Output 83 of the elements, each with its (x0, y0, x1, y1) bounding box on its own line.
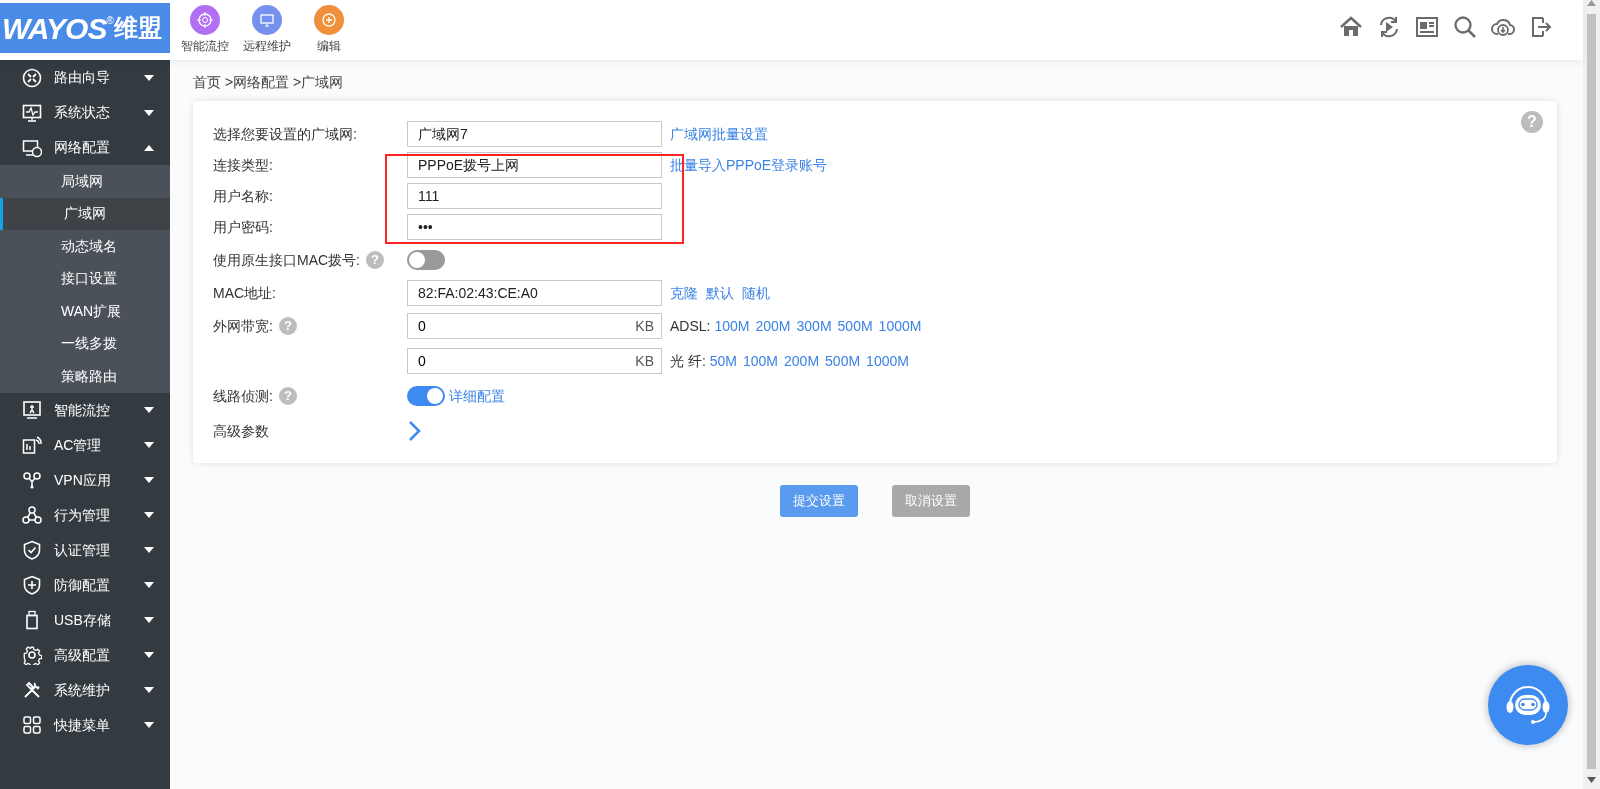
shield-plus-icon (22, 575, 42, 595)
monitor-icon (259, 12, 275, 28)
grid-icon (22, 715, 42, 735)
field-label: 使用原生接口MAC拨号: (213, 250, 360, 270)
preset-label: 光 纤: (670, 351, 706, 371)
shortcut-button[interactable]: 远程维护 (236, 0, 298, 60)
sidebar-item[interactable]: 认证管理 (0, 532, 170, 568)
field-label: 高级参数 (213, 421, 269, 441)
sidebar-item[interactable]: 网络配置 (0, 130, 170, 165)
sidebar-subitem[interactable]: 动态域名 (0, 230, 170, 263)
select-field[interactable]: PPPoE拨号上网 (407, 152, 662, 178)
monitor-pulse-icon (22, 102, 42, 123)
input-field[interactable]: 111 (407, 183, 662, 209)
compass-icon (22, 67, 42, 88)
link[interactable]: 默认 (706, 282, 734, 304)
scrollbar[interactable] (1583, 0, 1600, 789)
link[interactable]: 200M (755, 315, 791, 337)
toggle-switch[interactable] (407, 250, 445, 270)
monitor-globe-icon (22, 137, 42, 158)
link[interactable]: 500M (825, 350, 861, 372)
gear-icon (22, 645, 42, 665)
logo: WAYOS®维盟 (0, 3, 170, 53)
scroll-down-arrow-icon[interactable] (1587, 777, 1596, 783)
link[interactable]: 300M (796, 315, 832, 337)
field-label: 外网带宽: (213, 316, 273, 336)
sidebar-subitem[interactable]: 广域网 (0, 197, 170, 230)
network-nodes-icon (22, 505, 42, 525)
sidebar-item[interactable]: 智能流控 (0, 392, 170, 428)
link[interactable]: 50M (709, 350, 737, 372)
link[interactable]: 1000M (866, 350, 909, 372)
shortcut-button[interactable]: 编辑 (298, 0, 360, 60)
link[interactable]: 克隆 (670, 282, 698, 304)
link[interactable]: 500M (837, 315, 873, 337)
sidebar-item[interactable]: 路由向导 (0, 60, 170, 95)
sidebar-subitem[interactable]: 局域网 (0, 165, 170, 198)
link[interactable]: 随机 (742, 282, 770, 304)
preset-label: ADSL: (670, 316, 711, 336)
sidebar-subitem[interactable]: 一线多拨 (0, 327, 170, 360)
input-field[interactable]: ••• (407, 214, 662, 240)
home-icon[interactable] (1339, 15, 1363, 39)
target-icon (197, 12, 213, 28)
link[interactable]: 详细配置 (449, 385, 505, 407)
news-icon[interactable] (1415, 15, 1439, 39)
link[interactable]: 广域网批量设置 (670, 123, 768, 145)
add-icon (321, 12, 337, 28)
unit-label: KB (635, 317, 654, 336)
sidebar-subitem[interactable]: WAN扩展 (0, 295, 170, 328)
sidebar-item[interactable]: 行为管理 (0, 497, 170, 533)
link[interactable]: 1000M (878, 315, 922, 337)
tools-icon (22, 680, 42, 700)
sidebar-item[interactable]: VPN应用 (0, 462, 170, 498)
unit-label: KB (635, 352, 654, 371)
sidebar-item[interactable]: 高级配置 (0, 637, 170, 673)
sidebar-item[interactable]: 系统状态 (0, 95, 170, 130)
field-label: 连接类型: (213, 155, 273, 175)
sidebar-item[interactable]: 快捷菜单 (0, 707, 170, 743)
shield-check-icon (22, 540, 42, 560)
field-label: 用户密码: (213, 217, 273, 237)
field-label: 线路侦测: (213, 386, 273, 406)
shortcut-button[interactable]: 智能流控 (174, 0, 236, 60)
sidebar-item[interactable]: USB存储 (0, 602, 170, 638)
sidebar-item[interactable]: 防御配置 (0, 567, 170, 603)
refresh-play-icon[interactable] (1377, 15, 1401, 39)
logout-icon[interactable] (1529, 15, 1553, 39)
input-field[interactable]: 82:FA:02:43:CE:A0 (407, 280, 662, 306)
field-label: 用户名称: (213, 186, 273, 206)
link[interactable]: 200M (784, 350, 820, 372)
chevron-right-icon[interactable] (407, 420, 421, 442)
sidebar-item[interactable]: AC管理 (0, 427, 170, 463)
breadcrumb: 首页 >网络配置 >广域网 (193, 73, 344, 92)
toggle-switch[interactable] (407, 386, 445, 406)
sidebar-subitem[interactable]: 策略路由 (0, 360, 170, 393)
monitor-runner-icon (22, 400, 42, 420)
sidebar-item[interactable]: 系统维护 (0, 672, 170, 708)
field-label: MAC地址: (213, 283, 276, 303)
field-label: 选择您要设置的广域网: (213, 124, 357, 144)
signal-bars-icon (22, 435, 42, 455)
link[interactable]: 100M (714, 315, 750, 337)
select-field[interactable]: 广域网7 (407, 121, 662, 147)
sidebar-subitem[interactable]: 接口设置 (0, 262, 170, 295)
link[interactable]: 100M (743, 350, 779, 372)
linked-rings-icon (22, 470, 42, 490)
search-icon[interactable] (1453, 15, 1477, 39)
